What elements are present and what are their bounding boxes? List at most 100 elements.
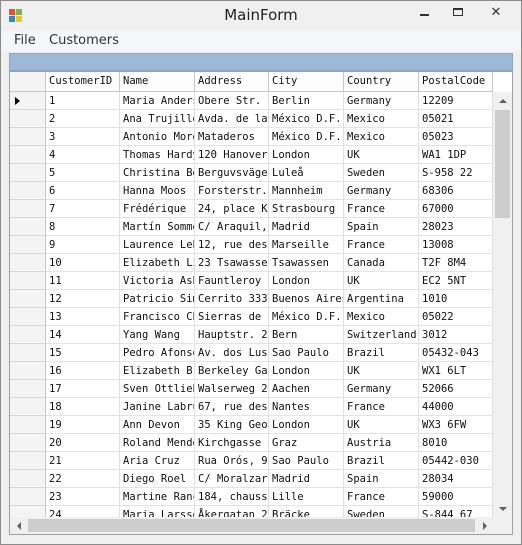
table-row[interactable]: 7 Frédérique 24, place K Strasbourg France 67…	[10, 200, 493, 218]
cell-customerid[interactable]: 19	[46, 416, 120, 434]
cell-country[interactable]: Brazil	[344, 452, 419, 470]
cell-city[interactable]: Graz	[269, 434, 344, 452]
table-row[interactable]: 19 Ann Devon 35 King Geo London UK WX3 6FW	[10, 416, 493, 434]
row-header[interactable]	[10, 398, 46, 416]
cell-city[interactable]: Buenos Aires	[269, 290, 344, 308]
row-header[interactable]	[10, 362, 46, 380]
customers-grid[interactable]: CustomerID Name Address City Country Pos…	[9, 71, 513, 535]
column-header-name[interactable]: Name	[120, 72, 195, 92]
table-row[interactable]: 3Antonio MorenoMataderosMéxico D.F.Mexic…	[10, 128, 493, 146]
cell-address[interactable]: Walserweg 2	[195, 380, 269, 398]
cell-customerid[interactable]: 8	[46, 218, 120, 236]
cell-postalcode[interactable]: 3012	[419, 326, 493, 344]
row-header[interactable]	[10, 344, 46, 362]
cell-city[interactable]: London	[269, 416, 344, 434]
cell-address[interactable]: Forsterstr.	[195, 182, 269, 200]
table-row[interactable]: 8Martín SommerC/ Araquil,MadridSpain2802…	[10, 218, 493, 236]
cell-postalcode[interactable]: 59000	[419, 488, 493, 506]
cell-postalcode[interactable]: 68306	[419, 182, 493, 200]
cell-country[interactable]: Spain	[344, 470, 419, 488]
cell-postalcode[interactable]: 05023	[419, 128, 493, 146]
cell-postalcode[interactable]: 28034	[419, 470, 493, 488]
cell-country[interactable]: Canada	[344, 254, 419, 272]
cell-name[interactable]: Yang Wang	[120, 326, 195, 344]
cell-customerid[interactable]: 2	[46, 110, 120, 128]
cell-postalcode[interactable]: 44000	[419, 398, 493, 416]
cell-name[interactable]: Maria Anders	[120, 92, 195, 110]
column-header-postalcode[interactable]: PostalCode	[419, 72, 493, 92]
cell-city[interactable]: Luleå	[269, 164, 344, 182]
cell-city[interactable]: Tsawassen	[269, 254, 344, 272]
cell-name[interactable]: Sven Ottlieb	[120, 380, 195, 398]
row-header[interactable]	[10, 272, 46, 290]
column-header-address[interactable]: Address	[195, 72, 269, 92]
menu-file[interactable]: File	[14, 33, 36, 48]
cell-country[interactable]: Germany	[344, 182, 419, 200]
cell-country[interactable]: Spain	[344, 218, 419, 236]
cell-customerid[interactable]: 1	[46, 92, 120, 110]
table-row[interactable]: 15 Pedro Afonso Av. dos Lus Sao Paulo Brazil…	[10, 344, 493, 362]
cell-name[interactable]: Victoria Ashworth	[120, 272, 195, 290]
cell-country[interactable]: Austria	[344, 434, 419, 452]
cell-name[interactable]: Antonio Moreno	[120, 128, 195, 146]
cell-address[interactable]: Berkeley Ga	[195, 362, 269, 380]
cell-country[interactable]: UK	[344, 416, 419, 434]
cell-address[interactable]: Avda. de la	[195, 110, 269, 128]
cell-name[interactable]: Ana Trujillo	[120, 110, 195, 128]
cell-address[interactable]: Fauntleroy	[195, 272, 269, 290]
cell-address[interactable]: Hauptstr. 2	[195, 326, 269, 344]
cell-city[interactable]: Marseille	[269, 236, 344, 254]
table-row[interactable]: 16Elizabeth BrownBerkeley GaLondonUKWX1 …	[10, 362, 493, 380]
cell-name[interactable]: Martín Sommer	[120, 218, 195, 236]
table-row[interactable]: 18Janine Labrune67, rue desNantesFrance4…	[10, 398, 493, 416]
row-header[interactable]	[10, 254, 46, 272]
cell-customerid[interactable]: 17	[46, 380, 120, 398]
cell-name[interactable]: Roland Mendel	[120, 434, 195, 452]
cell-address[interactable]: 23 Tsawasse	[195, 254, 269, 272]
cell-customerid[interactable]: 14	[46, 326, 120, 344]
cell-name[interactable]: Frédérique	[120, 200, 195, 218]
table-row[interactable]: 22 Diego Roel C/ Moralzar Madrid Spain 28034	[10, 470, 493, 488]
cell-name[interactable]: Elizabeth Brown	[120, 362, 195, 380]
row-header[interactable]	[10, 164, 46, 182]
cell-address[interactable]: C/ Araquil,	[195, 218, 269, 236]
cell-country[interactable]: UK	[344, 146, 419, 164]
table-row[interactable]: 11Victoria AshworthFauntleroyLondonUKEC2…	[10, 272, 493, 290]
cell-country[interactable]: UK	[344, 362, 419, 380]
row-header[interactable]	[10, 488, 46, 506]
column-header-customerid[interactable]: CustomerID	[46, 72, 120, 92]
cell-name[interactable]: Ann Devon	[120, 416, 195, 434]
cell-address[interactable]: C/ Moralzar	[195, 470, 269, 488]
cell-name[interactable]: Diego Roel	[120, 470, 195, 488]
table-row[interactable]: 20Roland MendelKirchgasseGrazAustria8010	[10, 434, 493, 452]
cell-city[interactable]: Bern	[269, 326, 344, 344]
cell-postalcode[interactable]: WX3 6FW	[419, 416, 493, 434]
cell-postalcode[interactable]: WA1 1DP	[419, 146, 493, 164]
row-header[interactable]	[10, 380, 46, 398]
cell-postalcode[interactable]: EC2 5NT	[419, 272, 493, 290]
cell-postalcode[interactable]: 67000	[419, 200, 493, 218]
cell-name[interactable]: Martine Rancé	[120, 488, 195, 506]
cell-city[interactable]: Lille	[269, 488, 344, 506]
cell-address[interactable]: Rua Orós, 9	[195, 452, 269, 470]
cell-customerid[interactable]: 10	[46, 254, 120, 272]
cell-country[interactable]: Brazil	[344, 344, 419, 362]
scroll-right-button[interactable]	[476, 517, 493, 534]
cell-country[interactable]: France	[344, 200, 419, 218]
menu-customers[interactable]: Customers	[49, 33, 119, 48]
scroll-left-button[interactable]	[10, 517, 27, 534]
cell-name[interactable]: Elizabeth Lincoln	[120, 254, 195, 272]
table-row[interactable]: 21 Aria Cruz Rua Orós, 9 Sao Paulo Brazil 054…	[10, 452, 493, 470]
cell-city[interactable]: México D.F.	[269, 308, 344, 326]
grid-corner-header[interactable]	[10, 72, 46, 92]
table-row[interactable]: 2 Ana Trujillo Avda. de la México D.F. Mexic…	[10, 110, 493, 128]
table-row[interactable]: 5Christina BerglundBerguvsvägenLuleåSwed…	[10, 164, 493, 182]
row-header[interactable]	[10, 434, 46, 452]
maximize-button[interactable]	[443, 1, 473, 23]
cell-name[interactable]: Aria Cruz	[120, 452, 195, 470]
row-header[interactable]	[10, 308, 46, 326]
row-header[interactable]	[10, 146, 46, 164]
title-bar[interactable]: MainForm ✕	[1, 1, 521, 31]
horizontal-scroll-thumb[interactable]	[28, 519, 475, 532]
cell-city[interactable]: London	[269, 272, 344, 290]
